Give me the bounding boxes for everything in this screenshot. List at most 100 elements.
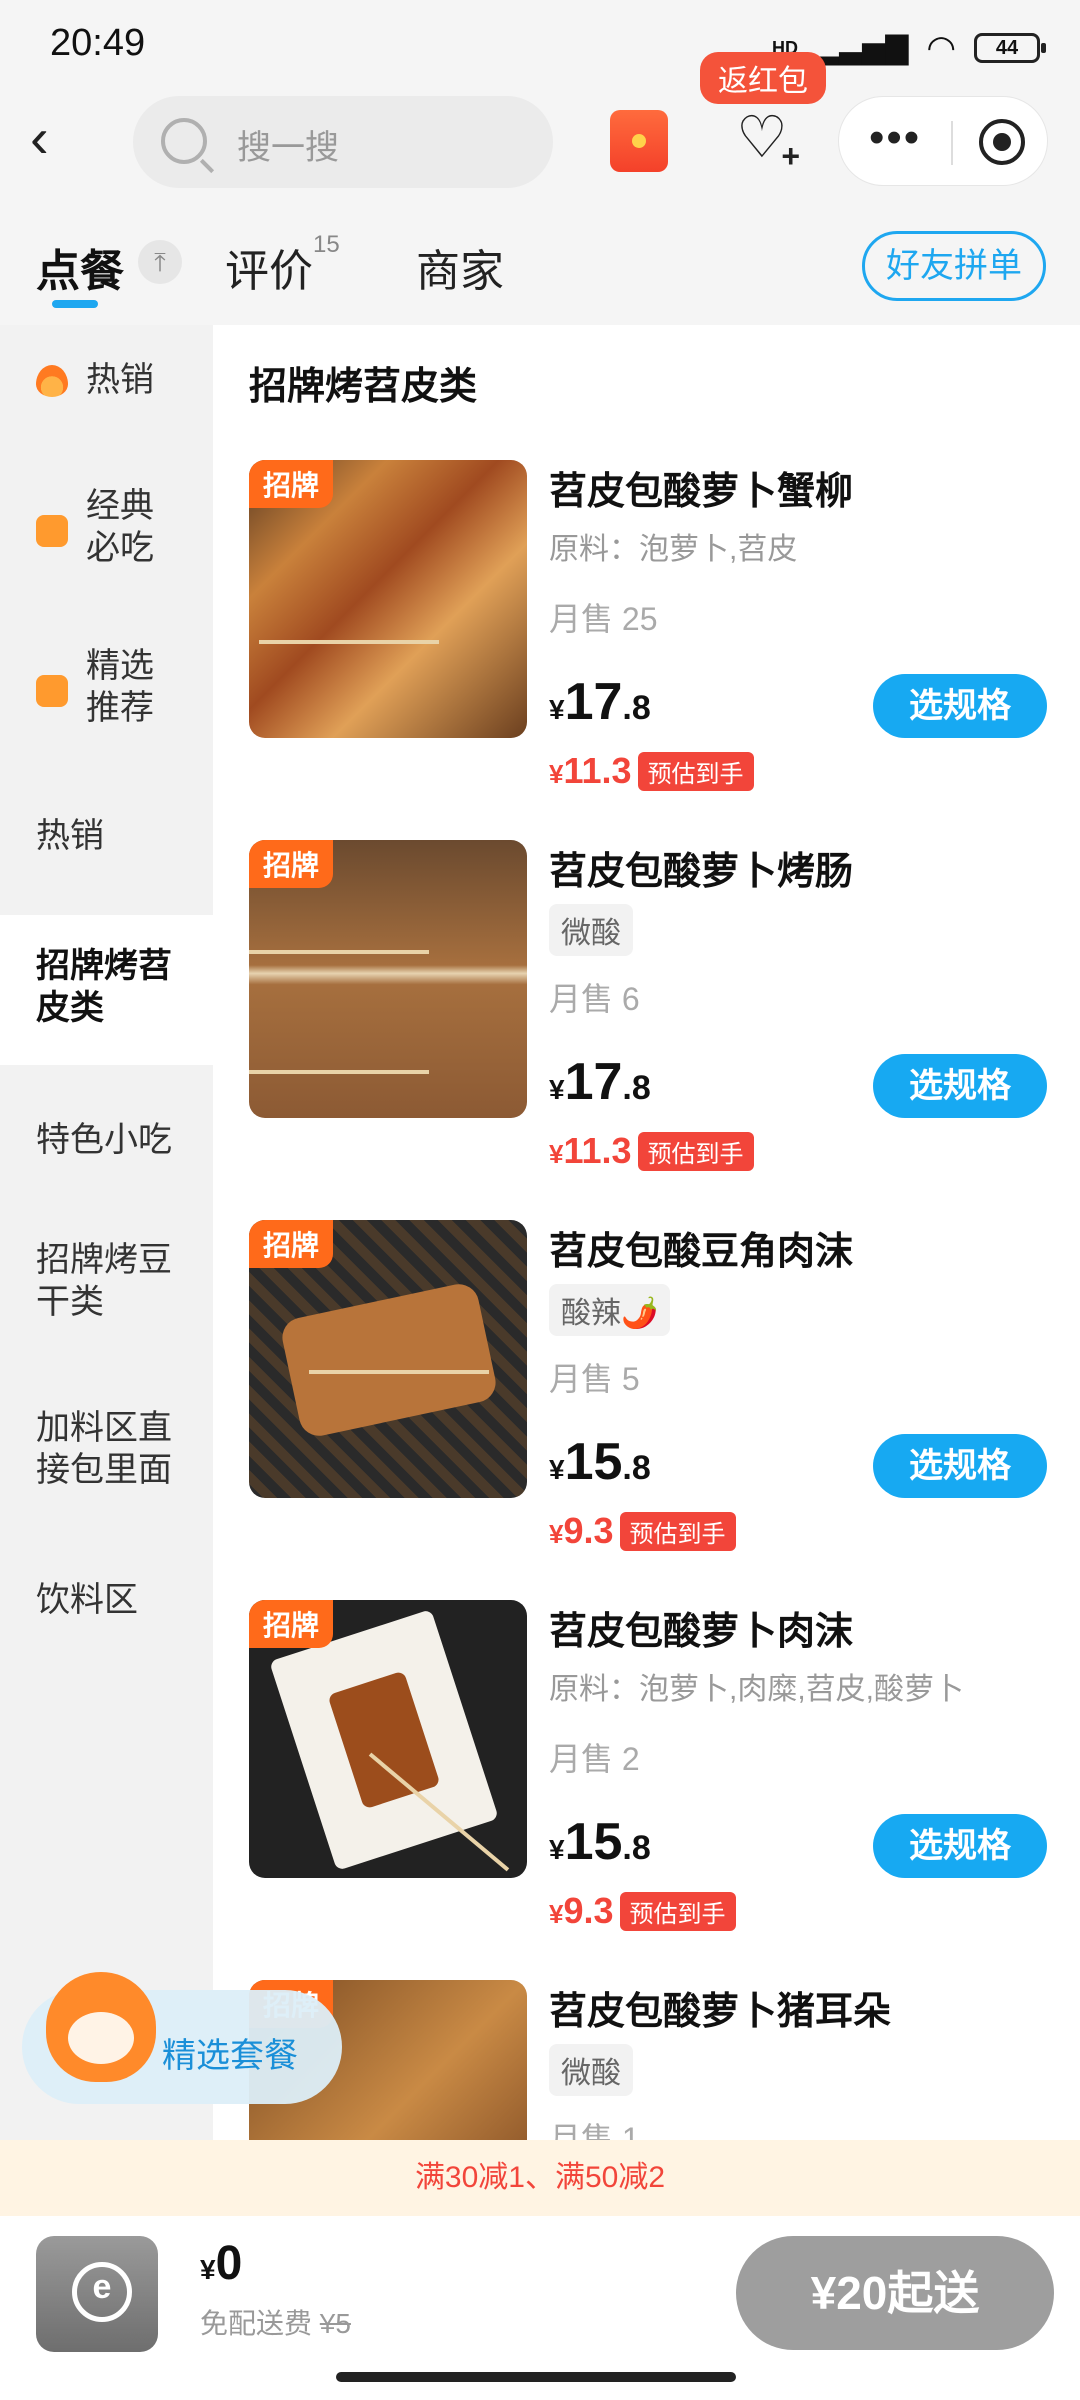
dish-ingredients: 原料：泡萝卜,苕皮: [549, 533, 798, 566]
signature-badge: 招牌: [249, 1220, 334, 1268]
estimated-value: 11.3: [563, 1130, 632, 1171]
dish-item[interactable]: 招牌 苕皮包酸萝卜烤肠 微酸 月售 6 ¥17.8 ¥11.3 预估到手 选规格: [213, 840, 1080, 1222]
estimated-label: 预估到手: [637, 1131, 754, 1171]
sidebar-item-featured[interactable]: 精选 推荐: [0, 635, 213, 745]
dish-image[interactable]: 招牌: [249, 1220, 527, 1498]
price-decimal: .8: [622, 1829, 651, 1867]
category-sidebar: 热销 经典 必吃 精选 推荐 热销 招牌烤苕 皮类 特色小吃 招牌烤豆 干类 加…: [0, 325, 213, 2140]
dish-name: 苕皮包酸萝卜猪耳朵: [549, 1991, 892, 2033]
dish-price: ¥15.8: [549, 1812, 651, 1872]
price-decimal: .8: [622, 1449, 651, 1487]
featured-combo-bubble[interactable]: 精选套餐: [22, 1972, 342, 2104]
choose-spec-button[interactable]: 选规格: [873, 1814, 1047, 1878]
price-integer: 17: [564, 1053, 623, 1111]
monthly-sales: 月售 1: [549, 2121, 640, 2140]
choose-spec-button[interactable]: 选规格: [873, 674, 1047, 738]
estimated-price: ¥11.3 预估到手: [549, 750, 754, 792]
signal-icon: ▂▃▅▇: [816, 31, 909, 65]
plus-icon: +: [781, 138, 800, 174]
flavor-tag: 微酸: [549, 2044, 633, 2096]
dish-name: 苕皮包酸豆角肉沫: [549, 1231, 854, 1273]
sidebar-item-classic[interactable]: 经典 必吃: [0, 475, 213, 585]
estimated-value: 11.3: [563, 750, 632, 791]
cart-icon[interactable]: [36, 2236, 158, 2352]
battery-level: 44: [995, 37, 1019, 59]
tab-merchant-label: 商家: [416, 247, 504, 296]
estimated-price: ¥11.3 预估到手: [549, 1130, 754, 1172]
dish-item[interactable]: 招牌 苕皮包酸萝卜蟹柳 原料：泡萝卜,苕皮 月售 25 ¥17.8 ¥11.3 预…: [213, 460, 1080, 842]
price-decimal: .8: [622, 1069, 651, 1107]
tab-order-label: 点餐: [36, 247, 124, 296]
cart-total-value: 0: [215, 2237, 243, 2290]
checkout-bar: ¥0 免配送费 ¥5 ¥20起送: [0, 2216, 1080, 2400]
tab-reviews[interactable]: 评价15: [225, 231, 340, 299]
signature-badge: 招牌: [249, 840, 334, 888]
thumbs-up-icon: [36, 515, 68, 547]
tab-order[interactable]: 点餐: [36, 235, 124, 299]
back-icon[interactable]: ‹: [30, 110, 90, 170]
skewer-graphic: [259, 640, 439, 644]
pin-top-icon[interactable]: ⤒: [138, 240, 182, 284]
sidebar-item-hot[interactable]: 热销: [0, 325, 213, 435]
discount-banner: 满30减1、满50减2: [0, 2140, 1080, 2216]
dish-price: ¥17.8: [549, 1052, 651, 1112]
dish-item[interactable]: 招牌 苕皮包酸豆角肉沫 酸辣🌶️ 月售 5 ¥15.8 ¥9.3 预估到手 选规格: [213, 1220, 1080, 1602]
minimum-order-button[interactable]: ¥20起送: [736, 2236, 1054, 2350]
category-title: 招牌烤苕皮类: [249, 366, 478, 408]
sidebar-item-addons[interactable]: 加料区直 接包里面: [0, 1393, 213, 1503]
price-integer: 15: [564, 1813, 623, 1871]
more-icon[interactable]: •••: [869, 113, 921, 163]
sidebar-item-label: 招牌烤豆 干类: [36, 1241, 172, 1321]
estimated-label: 预估到手: [619, 1511, 736, 1551]
tab-merchant[interactable]: 商家: [416, 235, 504, 299]
currency-symbol: ¥: [549, 1139, 564, 1169]
sidebar-item-drinks[interactable]: 饮料区: [0, 1567, 213, 1677]
signature-badge: 招牌: [249, 1600, 334, 1648]
home-indicator: [336, 2372, 736, 2382]
sidebar-item-hot-2[interactable]: 热销: [0, 795, 213, 895]
signature-badge: 招牌: [249, 460, 334, 508]
dish-image[interactable]: 招牌: [249, 460, 527, 738]
choose-spec-button[interactable]: 选规格: [873, 1434, 1047, 1498]
dish-item[interactable]: 招牌 苕皮包酸萝卜肉沫 原料：泡萝卜,肉糜,苕皮,酸萝卜 月售 2 ¥15.8 …: [213, 1600, 1080, 1982]
dish-name: 苕皮包酸萝卜肉沫: [549, 1611, 854, 1653]
hongbao-badge[interactable]: 返红包: [700, 52, 826, 104]
mini-program-capsule: •••: [838, 96, 1048, 186]
skewer-graphic: [368, 1752, 510, 1872]
dish-price: ¥17.8: [549, 672, 651, 732]
flavor-tag: 微酸: [549, 904, 633, 956]
currency-symbol: ¥: [549, 1834, 565, 1865]
skewer-graphic: [309, 1370, 489, 1374]
wifi-icon: ◠: [926, 29, 956, 67]
red-packet-icon[interactable]: [610, 110, 668, 172]
search-input[interactable]: 搜一搜: [133, 96, 553, 188]
dish-item[interactable]: 招牌 苕皮包酸萝卜猪耳朵 微酸 月售 1: [213, 1980, 1080, 2140]
estimated-label: 预估到手: [619, 1891, 736, 1931]
sidebar-item-snacks[interactable]: 特色小吃: [0, 1085, 213, 1195]
dish-name: 苕皮包酸萝卜蟹柳: [549, 471, 854, 513]
flavor-tag: 酸辣🌶️: [549, 1284, 671, 1336]
estimated-label: 预估到手: [637, 751, 754, 791]
sidebar-item-signature-shaopi[interactable]: 招牌烤苕 皮类: [0, 915, 213, 1065]
choose-spec-button[interactable]: 选规格: [873, 1054, 1047, 1118]
estimated-price: ¥9.3 预估到手: [549, 1510, 736, 1552]
heart-icon: ♡: [736, 105, 788, 170]
close-target-icon[interactable]: [979, 119, 1025, 165]
status-bar: 20:49 HD ▂▃▅▇ ◠ 44: [0, 0, 1080, 90]
menu-list: 招牌烤苕皮类 招牌 苕皮包酸萝卜蟹柳 原料：泡萝卜,苕皮 月售 25 ¥17.8…: [213, 325, 1080, 2140]
capsule-divider: [951, 121, 953, 165]
skewer-graphic: [249, 1070, 429, 1074]
monthly-sales: 月售 25: [549, 601, 658, 637]
dish-price: ¥15.8: [549, 1432, 651, 1492]
sidebar-item-tofu[interactable]: 招牌烤豆 干类: [0, 1225, 213, 1335]
active-tab-indicator: [52, 300, 98, 308]
shiba-mascot-icon: [46, 1972, 156, 2082]
status-time: 20:49: [50, 22, 146, 64]
dish-image[interactable]: 招牌: [249, 840, 527, 1118]
currency-symbol: ¥: [549, 1454, 565, 1485]
search-icon: [161, 118, 207, 164]
dish-image[interactable]: 招牌: [249, 1600, 527, 1878]
top-header: ‹ 搜一搜 ♡ + 返红包 •••: [0, 52, 1080, 200]
favorite-button[interactable]: ♡ +: [730, 105, 800, 173]
group-order-button[interactable]: 好友拼单: [862, 231, 1046, 301]
